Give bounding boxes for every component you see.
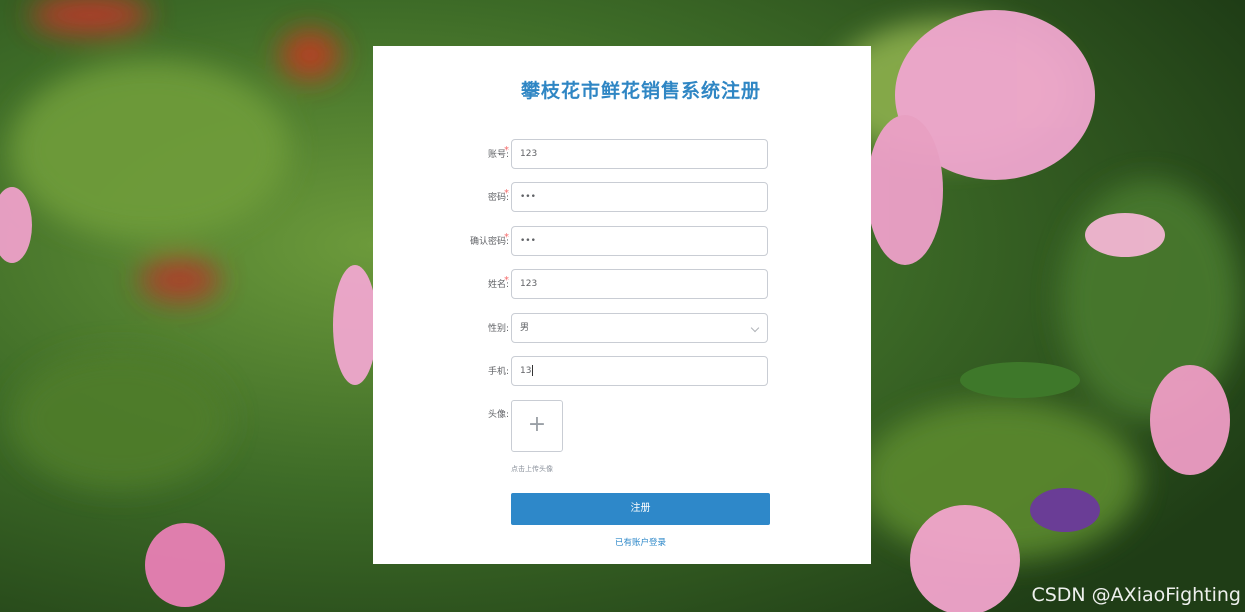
required-mark: * — [504, 145, 509, 156]
phone-input[interactable]: 13 — [511, 356, 768, 386]
phone-label: 手机: — [487, 367, 509, 377]
required-mark: * — [504, 232, 509, 243]
form-row-name: 姓名: * 123 — [373, 269, 871, 301]
gender-select[interactable]: 男 — [511, 313, 768, 343]
account-input[interactable]: 123 — [511, 139, 768, 169]
name-input[interactable]: 123 — [511, 269, 768, 299]
form-row-phone: 手机: 13 — [373, 356, 871, 388]
upload-hint: 点击上传头像 — [511, 465, 553, 473]
required-mark: * — [504, 188, 509, 199]
register-panel: 攀枝花市鲜花销售系统注册 账号: * 123 密码: * ••• 确认密码: *… — [373, 46, 871, 564]
text-cursor — [532, 365, 534, 376]
login-link[interactable]: 已有账户登录 — [511, 536, 770, 548]
form-row-confirm-password: 确认密码: * ••• — [373, 226, 871, 258]
form-row-gender: 性别: 男 — [373, 313, 871, 345]
page-title: 攀枝花市鲜花销售系统注册 — [520, 80, 761, 102]
chevron-down-icon — [750, 323, 760, 333]
confirm-password-input[interactable]: ••• — [511, 226, 768, 256]
form-row-account: 账号: * 123 — [373, 139, 871, 171]
gender-label: 性别: — [487, 324, 509, 334]
avatar-upload-button[interactable]: + — [511, 400, 563, 452]
watermark: CSDN @AXiaoFighting — [1031, 584, 1241, 606]
required-mark: * — [504, 275, 509, 286]
register-button[interactable]: 注册 — [511, 493, 770, 525]
password-input[interactable]: ••• — [511, 182, 768, 212]
form-row-password: 密码: * ••• — [373, 182, 871, 214]
avatar-label: 头像: — [487, 410, 509, 420]
plus-icon: + — [527, 412, 547, 437]
